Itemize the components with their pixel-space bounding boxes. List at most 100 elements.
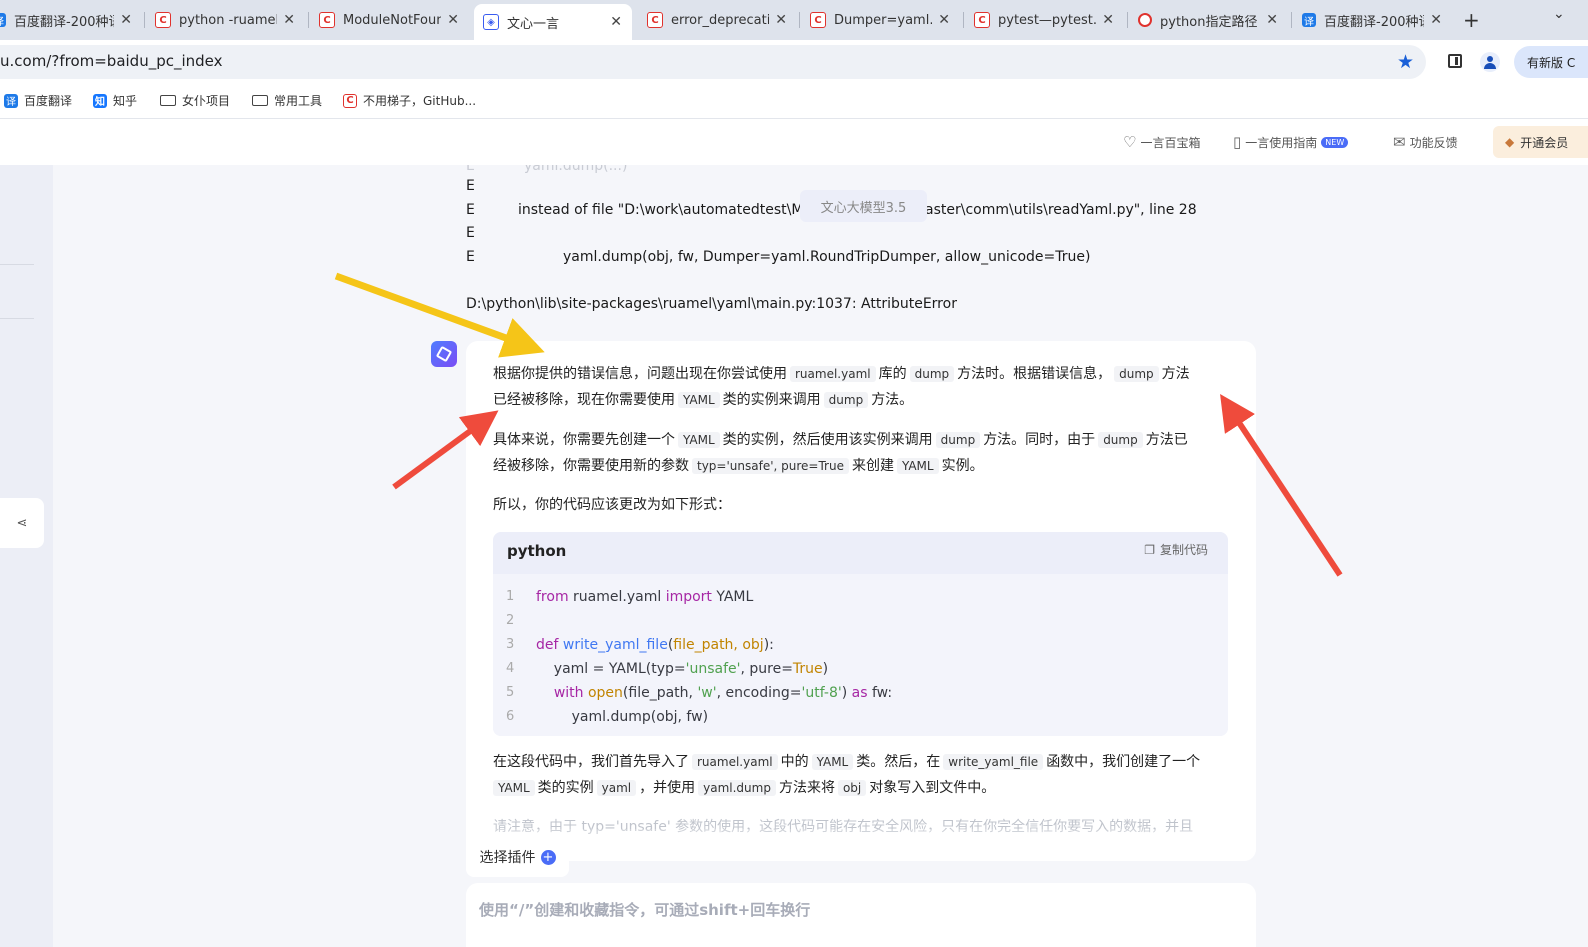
model-tag: 文心大模型3.5 [800,190,927,222]
tab-title: python指定路径 [1160,14,1258,30]
answer-paragraph: 根据你提供的错误信息，问题出现在你尝试使用 ruamel.yaml 库的 dump 方法… [493,366,1190,408]
inline-code: ruamel.yaml [692,754,778,770]
bookmark-folder-tools[interactable]: 常用工具 [252,92,322,109]
vip-button[interactable]: ◆ 开通会员 [1493,126,1588,158]
code-text: yaml.dump(obj, fw) [536,709,709,725]
tab-wenxin-yiyan[interactable]: ◈ 文心一言 ✕ [474,4,632,40]
inline-code: YAML [678,392,720,408]
book-icon: ▯ [1233,133,1242,151]
close-icon[interactable]: ✕ [938,12,950,28]
folder-icon [252,95,268,106]
bookmark-github-no-vpn[interactable]: C 不用梯子，GitHub... [343,92,476,109]
close-icon[interactable]: ✕ [610,14,622,30]
bot-avatar-icon [431,341,457,367]
code-text: with open(file_path, 'w', encoding='utf-… [553,685,893,701]
close-icon[interactable]: ✕ [1102,12,1114,28]
bookmark-folder-maid-project[interactable]: 女仆项目 [160,92,230,109]
tab-modulenotfound[interactable]: C ModuleNotFoun ✕ [319,5,459,35]
header-link-label: 一言使用指南 [1245,135,1318,150]
csdn-icon: C [343,93,357,108]
csdn-icon: C [647,12,663,28]
lightbulb-icon: ♡ [1123,133,1137,151]
tab-dumper[interactable]: C Dumper=yaml.R ✕ [810,5,950,35]
close-icon[interactable]: ✕ [1430,12,1442,28]
bookmark-star-icon[interactable]: ★ [1397,51,1414,73]
tab-baidu-translate[interactable]: 译 百度翻译-200种语 ✕ [0,5,132,35]
close-icon[interactable]: ✕ [1266,12,1278,28]
bookmark-zhihu[interactable]: 知 知乎 [93,92,137,109]
inline-code: obj [837,780,867,796]
folder-icon [160,95,176,106]
code-text: from ruamel.yaml import YAML [536,589,754,605]
link-toolbox[interactable]: ♡ 一言百宝箱 [1123,133,1200,151]
scroll-fade [466,829,1256,861]
input-placeholder: 使用“/”创建和收藏指令，可通过shift+回车换行 [479,901,811,919]
inline-code: YAML [896,458,939,474]
tab-python-ruamel[interactable]: C python -ruamel.y ✕ [155,5,295,35]
tab-pytest[interactable]: C pytest—pytest.n ✕ [974,5,1114,35]
chat-area: E yaml.dump(...) E E instead of file "D:… [53,165,1588,947]
inline-code: ruamel.yaml [790,366,876,382]
bookmark-label: 女仆项目 [182,94,231,108]
code-text: yaml = YAML(typ='unsafe', pure=True) [536,661,829,677]
chat-input[interactable]: 使用“/”创建和收藏指令，可通过shift+回车换行 [466,883,1256,947]
link-feedback[interactable]: ✉ 功能反馈 [1393,133,1458,151]
side-panel-icon[interactable] [1448,54,1462,68]
wenxin-icon: ◈ [483,14,499,30]
share-icon: ⋖ [16,515,28,531]
line-number: 5 [506,685,515,700]
inline-code: dump [1098,432,1143,448]
select-plugin-button[interactable]: 选择插件 + [466,837,569,877]
link-user-guide[interactable]: ▯ 一言使用指南 NEW [1233,133,1349,151]
tab-title: error_deprecatio [671,12,770,28]
tab-baidu-translate-2[interactable]: 译 百度翻译-200种语 ✕ [1302,5,1442,35]
inline-code: dump [823,392,869,408]
close-icon[interactable]: ✕ [120,12,132,28]
inline-code: dump [909,366,955,382]
line-number: 2 [506,613,515,628]
code-language: python [507,542,567,560]
share-button[interactable]: ⋖ [0,498,44,548]
inline-code: yaml [596,780,637,796]
tab-python-path[interactable]: python指定路径 ✕ [1138,5,1278,35]
tab-title: python -ruamel.y [179,12,277,28]
vip-label: 开通会员 [1520,135,1569,150]
code-body[interactable]: 1 from ruamel.yaml import YAML 2 3 def write… [493,574,1228,736]
bookmark-baidu-translate[interactable]: 译 百度翻译 [4,92,72,109]
header-link-label: 一言百宝箱 [1140,135,1201,150]
close-icon[interactable]: ✕ [283,12,295,28]
bookmark-label: 知乎 [113,94,138,108]
tab-search-icon[interactable]: ⌄ [1553,6,1565,22]
csdn-icon: C [974,12,990,28]
sidebar-divider [0,264,34,265]
line-number: 6 [506,709,515,724]
url-text[interactable]: u.com/?from=baidu_pc_index [0,52,223,70]
close-icon[interactable]: ✕ [775,12,787,28]
tab-error-deprecation[interactable]: C error_deprecatio ✕ [647,5,787,35]
update-button[interactable]: 有新版 C [1514,46,1588,78]
new-tab-button[interactable]: + [1463,8,1480,32]
tab-separator [144,12,145,28]
error-text: aster\comm\utils\readYaml.py", line 28 [925,202,1197,218]
error-prefix: E [466,202,475,218]
close-icon[interactable]: ✕ [447,12,459,28]
plus-icon: + [540,849,556,865]
error-text: D:\python\lib\site-packages\ruamel\yaml\… [466,296,957,312]
profile-avatar-icon[interactable] [1480,52,1500,72]
code-text: def write_yaml_file(file_path, obj): [536,637,774,653]
baidu-translate-icon: 译 [4,93,18,108]
error-text: instead of file "D:\work\automatedtest\M… [518,202,813,218]
bookmark-label: 常用工具 [274,94,323,108]
error-prefix: E [466,165,475,174]
copy-code-button[interactable]: ❐ 复制代码 [1144,541,1208,558]
tab-title: 百度翻译-200种语 [1324,14,1425,30]
csdn-icon: C [319,12,335,28]
tab-title: 百度翻译-200种语 [14,14,115,30]
plugin-label: 选择插件 [479,850,536,866]
tab-title: 文心一言 [507,16,560,32]
address-bar[interactable]: u.com/?from=baidu_pc_index [0,45,1426,79]
bot-answer-card: 根据你提供的错误信息，问题出现在你尝试使用 ruamel.yaml 库的 dump 方法… [466,341,1256,861]
tab-separator [963,12,964,28]
copy-icon: ❐ [1144,542,1155,557]
tab-title: Dumper=yaml.R [834,12,933,28]
